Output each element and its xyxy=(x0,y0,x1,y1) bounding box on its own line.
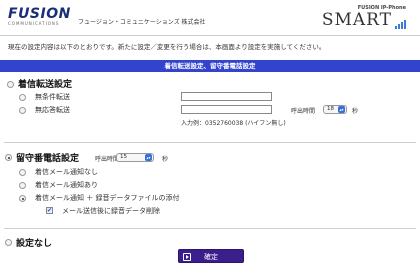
chevron-updown-icon: ▴▾ xyxy=(338,106,345,113)
signal-icon xyxy=(394,11,406,29)
voicemail-call-time-value: 15 xyxy=(120,154,127,160)
app-header: FUSION COMMUNICATIONS フュージョン・コミュニケーションズ … xyxy=(0,0,420,34)
fusion-logo: FUSION COMMUNICATIONS xyxy=(8,7,71,26)
voicemail-seconds: 秒 xyxy=(162,156,169,163)
voicemail-radio[interactable] xyxy=(5,154,12,161)
submit-button[interactable]: 確定 xyxy=(178,249,244,263)
none-radio[interactable] xyxy=(5,239,12,246)
mail-label: 着信メール通知あり xyxy=(35,181,98,189)
play-icon xyxy=(183,253,191,261)
input-example: 入力例：0352760038 (ハイフン無し) xyxy=(181,120,286,127)
no-answer-label: 無応答転送 xyxy=(35,106,70,114)
no-answer-number-input[interactable] xyxy=(181,105,272,114)
unconditional-number-input[interactable] xyxy=(181,92,272,101)
header-divider xyxy=(0,35,420,36)
submit-label: 確定 xyxy=(204,253,218,261)
forward-call-time-value: 18 xyxy=(327,106,334,112)
delete-after-send-label: メール送信後に録音データ削除 xyxy=(62,207,160,215)
unconditional-label: 無条件転送 xyxy=(35,93,70,101)
forward-call-time-label: 呼出時間 xyxy=(291,108,316,115)
product-logo: FUSION IP-Phone SMART xyxy=(322,5,406,29)
no-answer-radio[interactable] xyxy=(19,107,26,114)
chevron-updown-icon: ▴▾ xyxy=(145,154,152,161)
company-name: フュージョン・コミュニケーションズ 株式会社 xyxy=(78,19,206,26)
section-title-bar: 着信転送設定、留守番電話設定 xyxy=(0,60,420,72)
intro-text: 現在の設定内容は以下のとおりです。新たに設定／変更を行う場合は、本画面より設定を… xyxy=(8,43,326,51)
forward-title: 着信転送設定 xyxy=(18,80,73,90)
forward-seconds: 秒 xyxy=(352,108,359,115)
product-big: SMART xyxy=(321,10,392,30)
no-mail-radio[interactable] xyxy=(19,169,26,176)
forward-call-time-select[interactable]: 18 ▴▾ xyxy=(323,105,347,114)
none-title: 設定なし xyxy=(16,239,53,249)
mail-radio[interactable] xyxy=(19,182,26,189)
delete-after-send-checkbox[interactable]: ✔ xyxy=(46,207,53,214)
forward-radio[interactable] xyxy=(7,81,14,88)
voicemail-title: 留守番電話設定 xyxy=(16,154,80,164)
mail-attach-radio[interactable] xyxy=(19,195,26,202)
section-divider xyxy=(4,142,416,143)
unconditional-radio[interactable] xyxy=(19,94,26,101)
no-mail-label: 着信メール通知なし xyxy=(35,168,98,176)
voicemail-call-time-select[interactable]: 15 ▴▾ xyxy=(116,153,154,162)
mail-attach-label: 着信メール通知 ＋ 録音データファイルの添付 xyxy=(35,194,180,202)
logo-word: FUSION xyxy=(8,6,71,22)
section-divider xyxy=(4,228,416,229)
